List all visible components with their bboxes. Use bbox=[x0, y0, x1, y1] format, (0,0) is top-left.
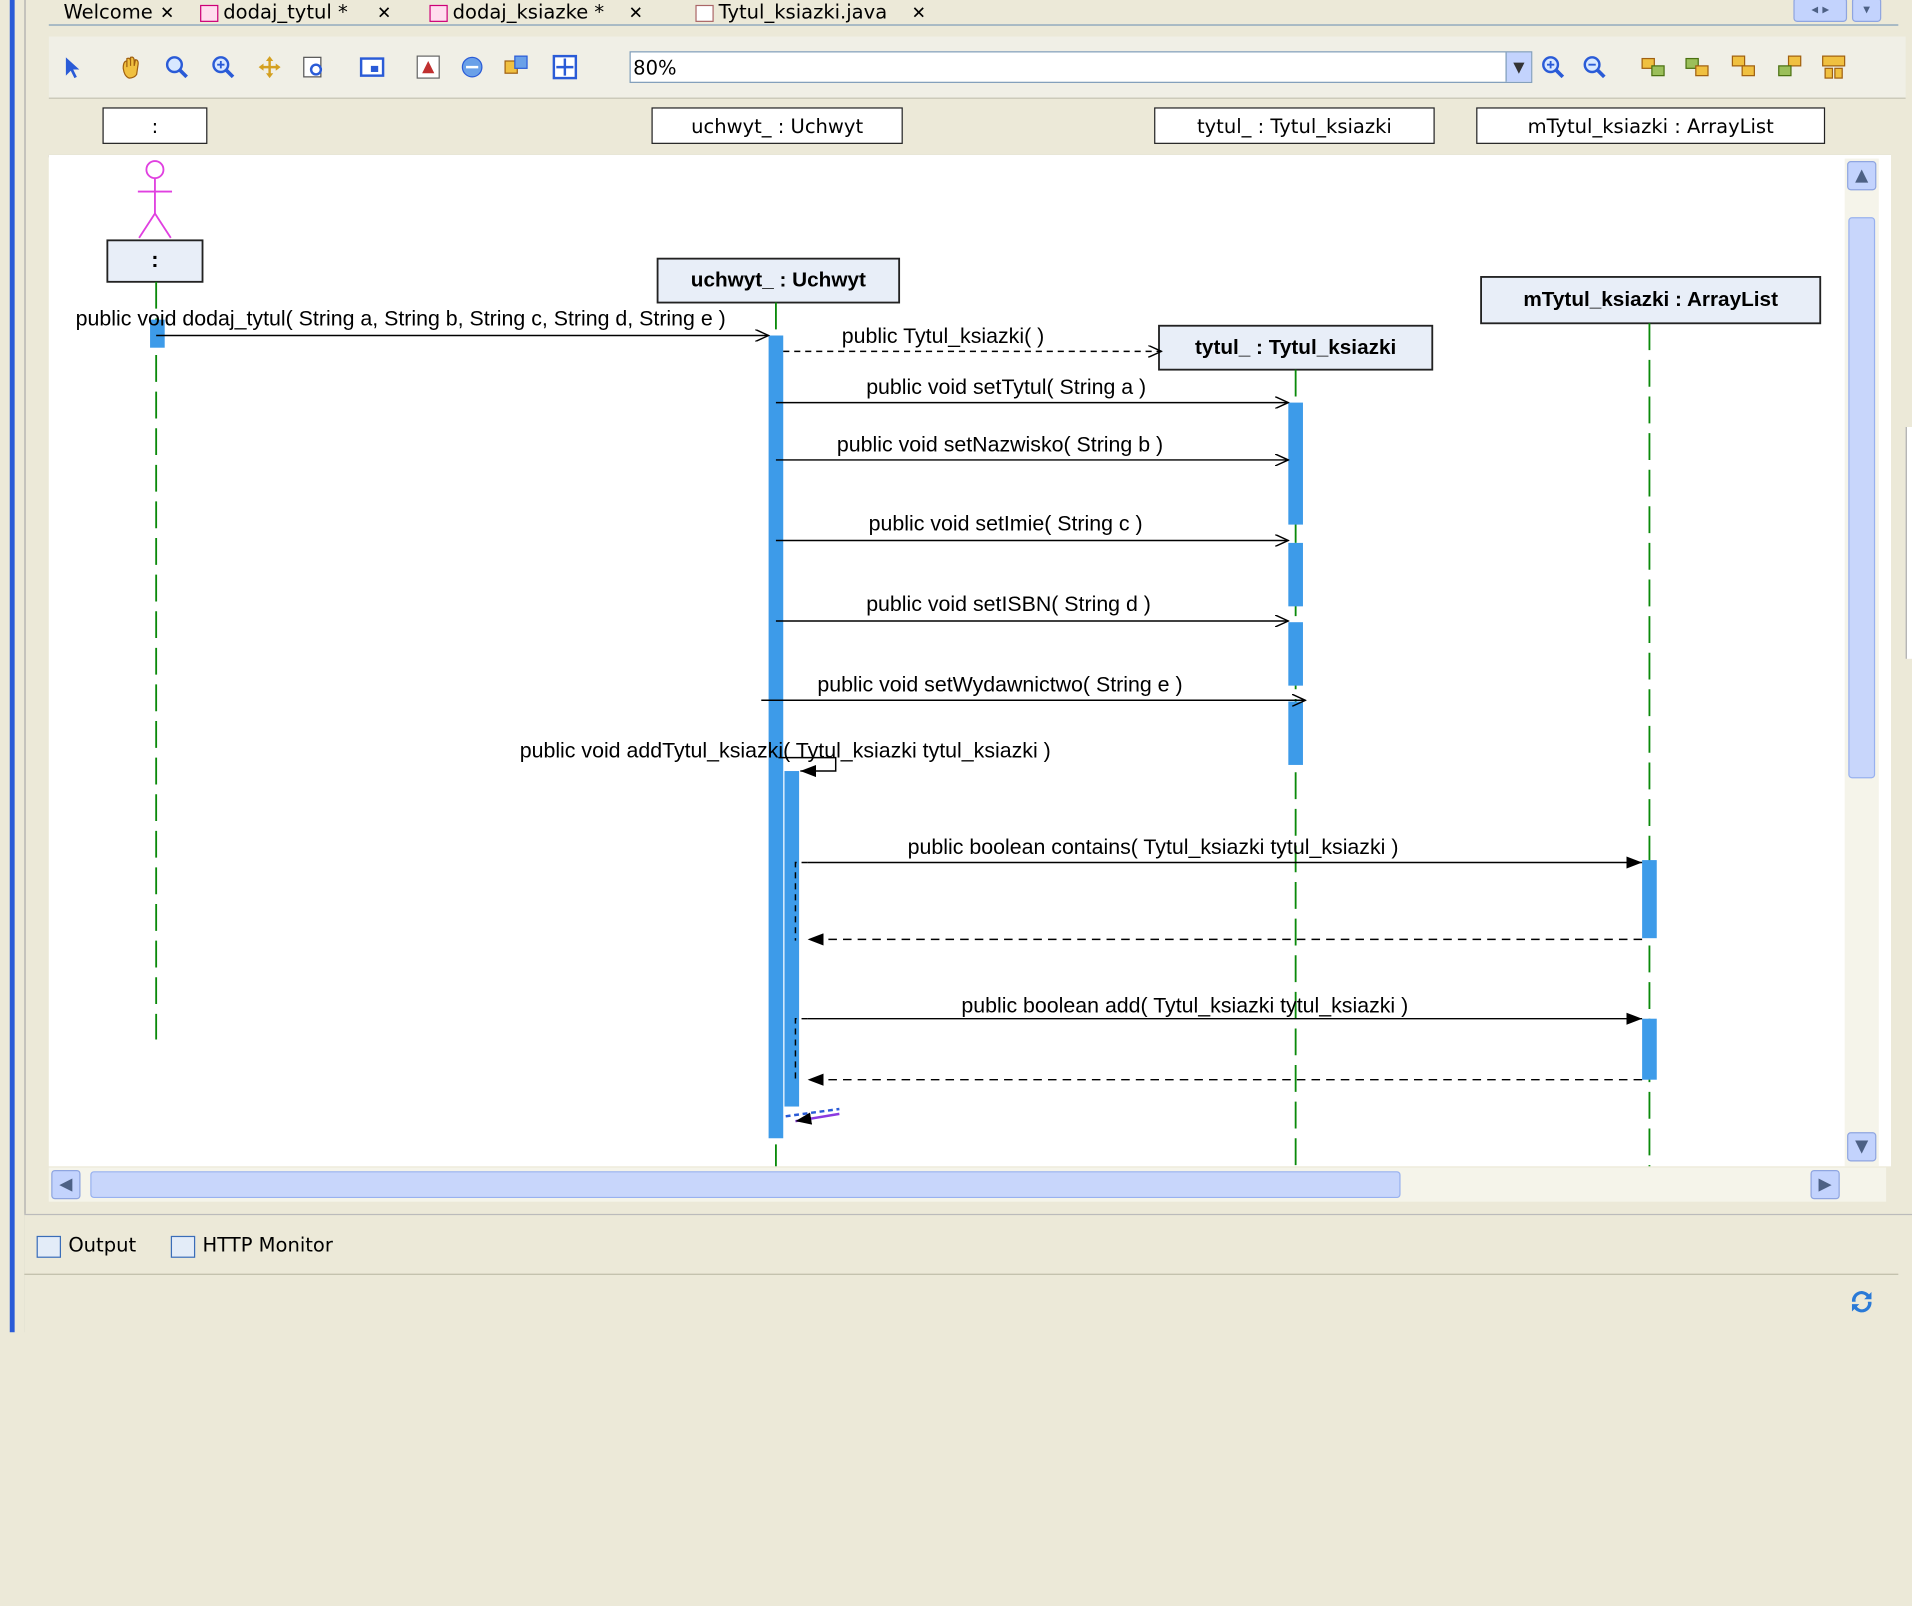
close-icon[interactable]: ✕ bbox=[160, 4, 174, 24]
diagram-toolbar: 80% ▼ bbox=[48, 36, 1906, 99]
left-window-edge bbox=[0, 0, 26, 1333]
output-tab[interactable]: Output bbox=[36, 1230, 136, 1262]
message-addtytul-ksiazki: public void addTytul_ksiazki( Tytul_ksia… bbox=[520, 739, 1051, 763]
overview-icon[interactable] bbox=[300, 54, 327, 81]
zoom-in-icon[interactable] bbox=[1540, 54, 1567, 81]
close-icon[interactable]: ✕ bbox=[912, 4, 926, 24]
message-setimie: public void setImie( String c ) bbox=[869, 512, 1143, 536]
activation-bar bbox=[784, 771, 800, 1107]
scroll-left-icon[interactable]: ◀ bbox=[51, 1169, 81, 1200]
move-icon[interactable] bbox=[256, 54, 283, 81]
vertical-scrollbar[interactable]: ▲ ▼ bbox=[1844, 158, 1879, 1167]
svg-text:uchwyt_ : Uchwyt: uchwyt_ : Uchwyt bbox=[691, 269, 866, 292]
http-monitor-icon bbox=[170, 1235, 196, 1258]
message-settytul: public void setTytul( String a ) bbox=[866, 375, 1146, 399]
svg-text:tytul_ : Tytul_ksiazki: tytul_ : Tytul_ksiazki bbox=[1195, 336, 1396, 359]
horizontal-scroll-thumb[interactable] bbox=[90, 1171, 1401, 1199]
sequence-diagram: : uchwyt_ : Uchwyt tytul_ : Tytul_ksiazk… bbox=[76, 160, 1822, 1167]
layout-icon[interactable] bbox=[415, 54, 442, 81]
select-arrow-icon[interactable] bbox=[59, 54, 86, 81]
activation-bar bbox=[1642, 860, 1657, 939]
status-bar bbox=[24, 1273, 1899, 1334]
right-side-panel bbox=[1898, 0, 1912, 1333]
header-uchwyt-box[interactable]: uchwyt_ : Uchwyt bbox=[651, 107, 903, 144]
sequence-diagram-icon bbox=[200, 4, 219, 22]
zoom-out-icon[interactable] bbox=[1581, 54, 1608, 81]
fit-window-icon[interactable] bbox=[359, 54, 386, 81]
actor-figure[interactable] bbox=[137, 160, 173, 239]
refresh-icon[interactable] bbox=[1847, 1287, 1876, 1316]
header-mtytul-box[interactable]: mTytul_ksiazki : ArrayList bbox=[1476, 107, 1826, 144]
vertical-scroll-thumb[interactable] bbox=[1848, 217, 1876, 779]
object-tytul[interactable]: tytul_ : Tytul_ksiazki bbox=[1158, 324, 1434, 371]
activation-bar bbox=[1288, 701, 1303, 765]
zoom-level-input[interactable]: 80% ▼ bbox=[629, 51, 1533, 83]
scroll-right-icon[interactable]: ▶ bbox=[1810, 1169, 1840, 1200]
tab-list-dropdown-icon[interactable]: ▾ bbox=[1851, 0, 1882, 22]
output-icon bbox=[36, 1235, 61, 1258]
add-return-icon[interactable] bbox=[1730, 54, 1757, 81]
add-message-icon[interactable] bbox=[1684, 54, 1711, 81]
object-mtytul[interactable]: mTytul_ksiazki : ArrayList bbox=[1480, 276, 1822, 325]
header-tytul-box[interactable]: tytul_ : Tytul_ksiazki bbox=[1154, 107, 1435, 144]
activation-bar bbox=[1642, 1018, 1657, 1080]
svg-text:mTytul_ksiazki : ArrayList: mTytul_ksiazki : ArrayList bbox=[1523, 288, 1778, 311]
zoom-fit-icon[interactable] bbox=[551, 54, 578, 81]
arrange-icon[interactable] bbox=[503, 54, 530, 81]
activation-bar bbox=[1288, 402, 1303, 525]
horizontal-scrollbar[interactable]: ◀ ▶ bbox=[48, 1167, 1887, 1202]
message-setnazwisko: public void setNazwisko( String b ) bbox=[837, 432, 1163, 456]
add-lifeline-icon[interactable] bbox=[1640, 54, 1667, 81]
return-arrow bbox=[795, 1112, 840, 1125]
tab-tytul-ksiazki-java[interactable]: Tytul_ksiazki.java ✕ bbox=[695, 0, 926, 24]
refresh-layout-icon[interactable] bbox=[459, 54, 486, 81]
interactive-zoom-icon[interactable] bbox=[210, 54, 237, 81]
actor-box[interactable]: : bbox=[106, 239, 204, 283]
add-create-icon[interactable] bbox=[1776, 54, 1803, 81]
java-file-icon bbox=[695, 4, 714, 22]
pan-hand-icon[interactable] bbox=[117, 54, 144, 81]
tab-scroll-arrows[interactable]: ◂ ▸ bbox=[1793, 0, 1848, 22]
message-setwydawnictwo: public void setWydawnictwo( String e ) bbox=[817, 673, 1182, 697]
header-actor-box[interactable]: : bbox=[102, 107, 208, 144]
activation-bar bbox=[1288, 542, 1303, 607]
zoom-select-icon[interactable] bbox=[163, 54, 190, 81]
lifeline-header-row: : uchwyt_ : Uchwyt tytul_ : Tytul_ksiazk… bbox=[48, 103, 1891, 158]
diagram-canvas[interactable]: : uchwyt_ : Uchwyt tytul_ : Tytul_ksiazk… bbox=[48, 154, 1891, 1167]
http-monitor-tab[interactable]: HTTP Monitor bbox=[170, 1230, 333, 1262]
message-add: public boolean add( Tytul_ksiazki tytul_… bbox=[961, 994, 1408, 1018]
chevron-down-icon[interactable]: ▼ bbox=[1505, 52, 1532, 82]
tab-welcome[interactable]: Welcome ✕ bbox=[63, 0, 174, 24]
message-setisbn: public void setISBN( String d ) bbox=[866, 592, 1151, 616]
close-icon[interactable]: ✕ bbox=[629, 4, 643, 24]
sequence-diagram-icon bbox=[429, 4, 448, 22]
object-uchwyt[interactable]: uchwyt_ : Uchwyt bbox=[656, 257, 901, 304]
message-contains: public boolean contains( Tytul_ksiazki t… bbox=[908, 835, 1399, 859]
scroll-up-icon[interactable]: ▲ bbox=[1847, 161, 1877, 191]
activation-bar bbox=[1288, 622, 1303, 686]
editor-tab-bar: Welcome ✕ dodaj_tytul * ✕ dodaj_ksiazke * ✕… bbox=[48, 0, 1899, 26]
message-dodaj-tytul: public void dodaj_tytul( String a, Strin… bbox=[76, 307, 726, 331]
activation-bar bbox=[768, 335, 784, 1139]
scroll-down-icon[interactable]: ▼ bbox=[1847, 1132, 1877, 1162]
tab-dodaj-tytul[interactable]: dodaj_tytul * ✕ bbox=[200, 0, 391, 24]
svg-text::: : bbox=[151, 247, 158, 272]
close-icon[interactable]: ✕ bbox=[377, 4, 391, 24]
add-destroy-icon[interactable] bbox=[1820, 54, 1847, 81]
tab-dodaj-ksiazke[interactable]: dodaj_ksiazke * ✕ bbox=[429, 0, 643, 24]
message-constructor: public Tytul_ksiazki( ) bbox=[842, 324, 1044, 348]
